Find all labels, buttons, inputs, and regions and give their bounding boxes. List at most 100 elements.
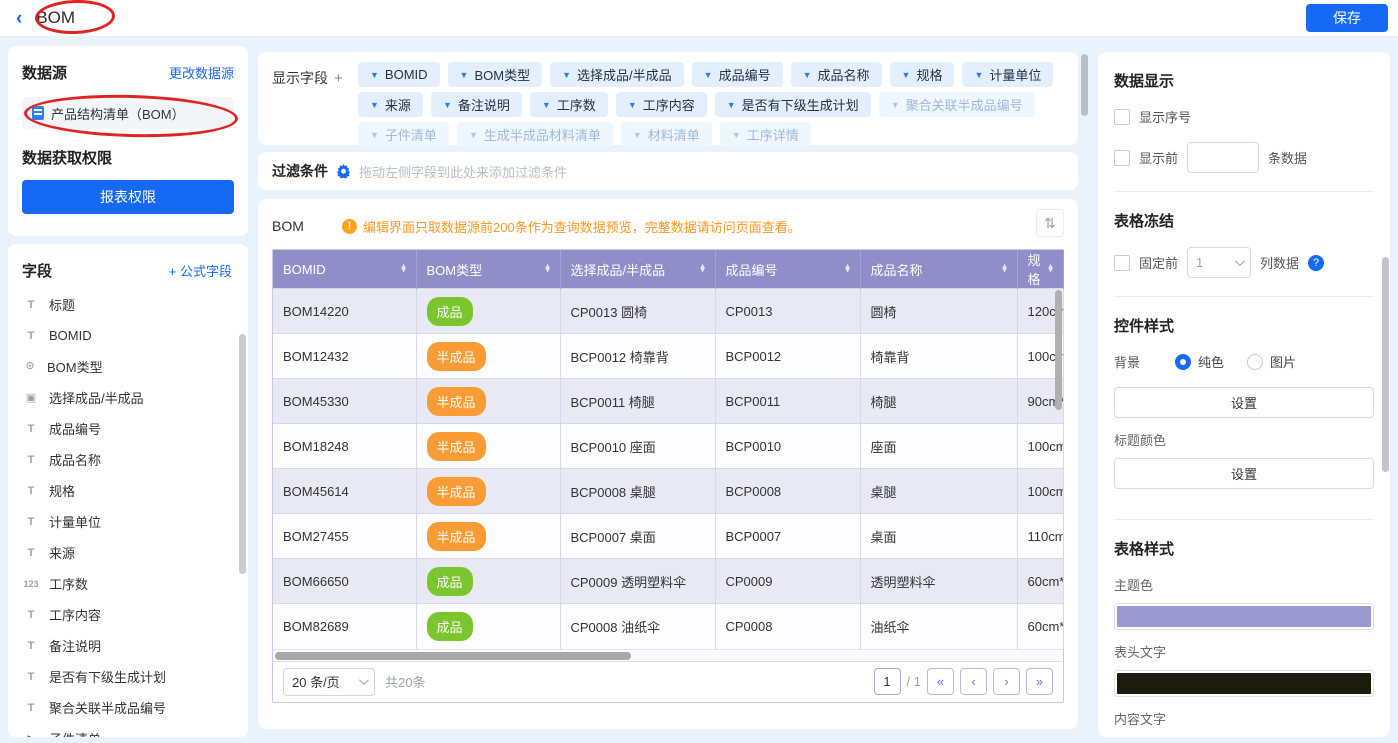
add-display-field-icon[interactable]: +	[334, 70, 343, 87]
field-item[interactable]: T 备注说明	[22, 630, 242, 661]
field-item[interactable]: T 标题	[22, 289, 242, 320]
middle-panel-scrollbar[interactable]	[1081, 54, 1088, 116]
table-column-header[interactable]: 选择成品/半成品▲▼	[560, 250, 715, 289]
display-field-chip-disabled[interactable]: ▼ 材料清单	[621, 122, 712, 147]
save-button[interactable]: 保存	[1306, 4, 1388, 32]
table-row[interactable]: BOM14220 成品 CP0013 圆椅 CP0013 圆椅 120cm*	[273, 289, 1063, 334]
field-item[interactable]: T 来源	[22, 537, 242, 568]
warning-icon: !	[342, 219, 357, 234]
field-item[interactable]: 123 工序数	[22, 568, 242, 599]
display-field-chip-disabled[interactable]: ▼ 子件清单	[358, 122, 449, 147]
field-item[interactable]: T 聚合关联半成品编号	[22, 692, 242, 723]
sort-order-tool[interactable]: ⇅	[1036, 209, 1064, 237]
field-item[interactable]: ⊙ BOM类型	[22, 351, 242, 382]
display-field-chip[interactable]: ▼ 选择成品/半成品	[550, 62, 684, 87]
table-column-header[interactable]: 规格▲▼	[1017, 250, 1063, 289]
pagination-nav-button[interactable]: ‹	[960, 668, 987, 695]
chevron-down-icon: ▼	[727, 100, 736, 110]
bg-solid-radio[interactable]	[1175, 354, 1191, 370]
title-color-set-button[interactable]: 设置	[1114, 458, 1374, 489]
filter-placeholder[interactable]: 拖动左侧字段到此处来添加过滤条件	[359, 162, 567, 181]
field-item[interactable]: ▣ 选择成品/半成品	[22, 382, 242, 413]
show-index-checkbox[interactable]	[1114, 109, 1130, 125]
data-display-title: 数据显示	[1114, 70, 1374, 91]
display-field-chip[interactable]: ▼ BOMID	[358, 62, 440, 87]
field-item[interactable]: T 规格	[22, 475, 242, 506]
help-icon[interactable]: ?	[1308, 255, 1324, 271]
display-field-chip[interactable]: ▼ 来源	[358, 92, 423, 117]
add-formula-field-link[interactable]: + 公式字段	[169, 261, 232, 280]
display-field-chip[interactable]: ▼ 备注说明	[431, 92, 522, 117]
filter-title: 过滤条件	[272, 161, 328, 181]
bg-image-radio[interactable]	[1247, 354, 1263, 370]
pagination-bar: 20 条/页 共20条 1 / 1 « ‹ ›	[273, 661, 1063, 702]
show-first-checkbox[interactable]	[1114, 150, 1130, 166]
table-column-header[interactable]: BOM类型▲▼	[416, 250, 560, 289]
table-column-header[interactable]: 成品编号▲▼	[715, 250, 860, 289]
field-item[interactable]: T 工序内容	[22, 599, 242, 630]
field-label: 聚合关联半成品编号	[49, 698, 166, 717]
display-field-chip-disabled[interactable]: ▼ 生成半成品材料清单	[457, 122, 613, 147]
table-row[interactable]: BOM18248 半成品 BCP0010 座面 BCP0010 座面 100cm…	[273, 424, 1063, 469]
sort-arrows-icon[interactable]: ▲▼	[1047, 265, 1055, 274]
back-icon[interactable]: ‹	[16, 9, 22, 28]
gear-icon[interactable]	[336, 164, 351, 179]
display-field-chip[interactable]: ▼ 规格	[890, 62, 955, 87]
table-column-header[interactable]: BOMID▲▼	[273, 250, 416, 289]
field-label: 标题	[49, 295, 75, 314]
field-type-icon: T	[22, 454, 40, 466]
pagination-nav-button[interactable]: ›	[993, 668, 1020, 695]
table-row[interactable]: BOM45330 半成品 BCP0011 椅腿 BCP0011 椅腿 90cm*…	[273, 379, 1063, 424]
display-field-chip[interactable]: ▼ 工序数	[530, 92, 608, 117]
pagination-nav-button[interactable]: »	[1026, 668, 1053, 695]
field-item[interactable]: T 是否有下级生成计划	[22, 661, 242, 692]
page-size-select[interactable]: 20 条/页	[283, 668, 375, 696]
row-limit-input[interactable]	[1187, 142, 1259, 173]
field-item[interactable]: T 成品名称	[22, 444, 242, 475]
field-label: 成品名称	[49, 450, 101, 469]
table-column-header[interactable]: 成品名称▲▼	[860, 250, 1017, 289]
table-row[interactable]: BOM12432 半成品 BCP0012 椅靠背 BCP0012 椅靠背 100…	[273, 334, 1063, 379]
freeze-column-select[interactable]: 1	[1187, 247, 1251, 278]
change-datasource-link[interactable]: 更改数据源	[169, 63, 234, 82]
widget-style-title: 控件样式	[1114, 315, 1374, 336]
freeze-checkbox[interactable]	[1114, 255, 1130, 271]
display-field-chip[interactable]: ▼ 工序内容	[616, 92, 707, 117]
header-text-color-swatch[interactable]	[1114, 670, 1374, 697]
sort-arrows-icon[interactable]: ▲▼	[544, 265, 552, 274]
field-item[interactable]: T 计量单位	[22, 506, 242, 537]
display-field-chip[interactable]: ▼ 成品名称	[791, 62, 882, 87]
page-number-input[interactable]: 1	[874, 668, 901, 695]
chevron-down-icon: ▼	[902, 70, 911, 80]
display-field-chip-disabled[interactable]: ▼ 工序详情	[720, 122, 811, 147]
preview-warning: ! 编辑界面只取数据源前200条作为查询数据预览，完整数据请访问页面查看。	[342, 217, 801, 236]
field-item[interactable]: T BOMID	[22, 320, 242, 351]
field-label: 选择成品/半成品	[49, 388, 144, 407]
table-vertical-scrollbar[interactable]	[1055, 290, 1062, 410]
display-field-chip[interactable]: ▼ 成品编号	[692, 62, 783, 87]
fields-scrollbar[interactable]	[239, 334, 246, 574]
display-field-chip[interactable]: ▼ 计量单位	[962, 62, 1053, 87]
sort-arrows-icon[interactable]: ▲▼	[1001, 265, 1009, 274]
table-row[interactable]: BOM66650 成品 CP0009 透明塑料伞 CP0009 透明塑料伞 60…	[273, 559, 1063, 604]
display-field-chip[interactable]: ▼ BOM类型	[448, 62, 543, 87]
display-field-chip-disabled[interactable]: ▼ 聚合关联半成品编号	[879, 92, 1035, 117]
theme-color-swatch[interactable]	[1114, 603, 1374, 630]
report-permission-button[interactable]: 报表权限	[22, 180, 234, 214]
table-row[interactable]: BOM82689 成品 CP0008 油纸伞 CP0008 油纸伞 60cm*6	[273, 604, 1063, 649]
sort-arrows-icon[interactable]: ▲▼	[699, 265, 707, 274]
table-row[interactable]: BOM27455 半成品 BCP0007 桌面 BCP0007 桌面 110cm…	[273, 514, 1063, 559]
datasource-item[interactable]: 产品结构清单（BOM）	[22, 97, 234, 129]
settings-scrollbar[interactable]	[1382, 257, 1389, 472]
table-row[interactable]: BOM45614 半成品 BCP0008 桌腿 BCP0008 桌腿 100cm…	[273, 469, 1063, 514]
field-item[interactable]: ▶ 子件清单	[22, 723, 242, 737]
report-designer-screen: ‹ BOM 保存 数据源 更改数据源 产品结构清单（BOM） 数据获取权限 报表…	[0, 0, 1398, 743]
bg-color-set-button[interactable]: 设置	[1114, 387, 1374, 418]
status-badge: 半成品	[427, 432, 486, 461]
pagination-nav-button[interactable]: «	[927, 668, 954, 695]
field-item[interactable]: T 成品编号	[22, 413, 242, 444]
sort-arrows-icon[interactable]: ▲▼	[400, 265, 408, 274]
sort-arrows-icon[interactable]: ▲▼	[844, 265, 852, 274]
display-field-chip[interactable]: ▼ 是否有下级生成计划	[715, 92, 871, 117]
table-horizontal-scrollbar[interactable]	[273, 649, 1063, 661]
